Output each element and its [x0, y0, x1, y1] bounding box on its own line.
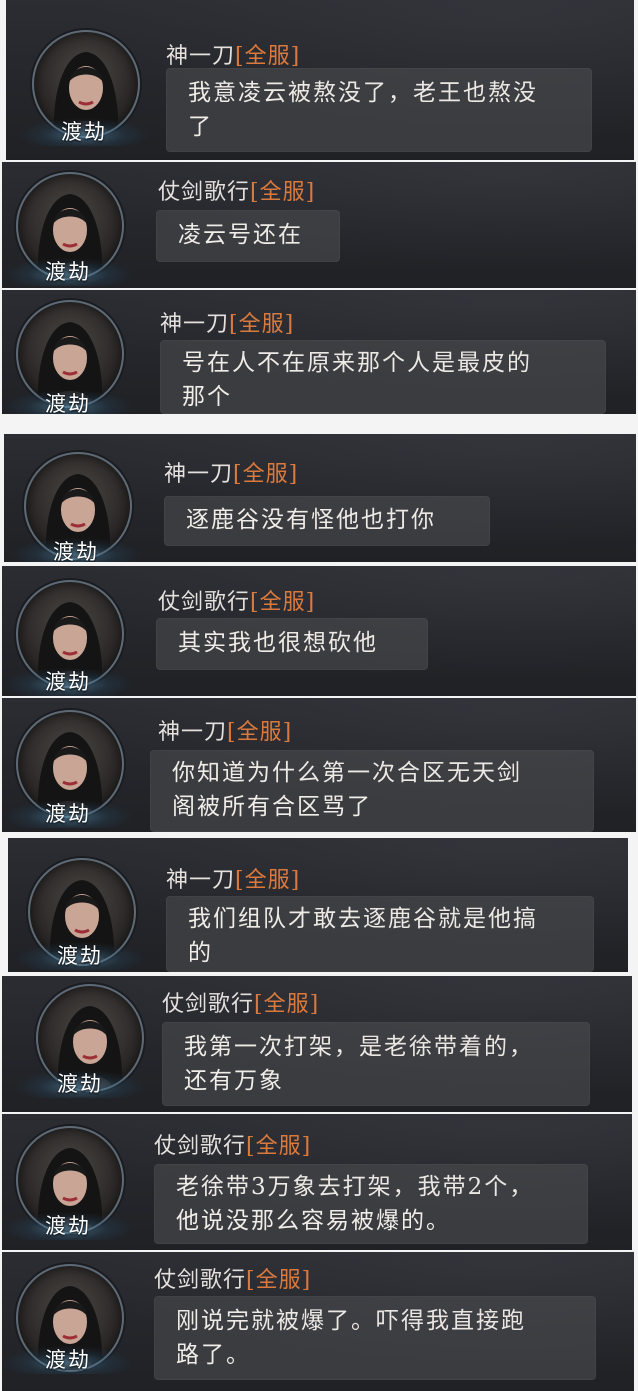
message-bubble[interactable]: 凌云号还在 [156, 210, 340, 262]
sender-line: 仗剑歌行[全服] [162, 986, 319, 1018]
chat-message: 渡劫 仗剑歌行[全服] 刚说完就被爆了。吓得我直接跑 路了。 [2, 1252, 634, 1391]
avatar-rank-badge: 渡劫 [12, 532, 140, 562]
message-bubble[interactable]: 我们组队才敢去逐鹿谷就是他搞 的 [166, 896, 594, 972]
message-bubble[interactable]: 其实我也很想砍他 [156, 618, 428, 670]
sender-name[interactable]: 神一刀 [164, 462, 233, 487]
chat-message: 渡劫 仗剑歌行[全服] 凌云号还在 [2, 162, 636, 288]
chat-message: 渡劫 神一刀[全服] 我们组队才敢去逐鹿谷就是他搞 的 [8, 838, 628, 972]
avatar-rank-label: 渡劫 [45, 670, 91, 694]
chat-message: 渡劫 神一刀[全服] 逐鹿谷没有怪他也打你 [4, 434, 636, 562]
sender-line: 仗剑歌行[全服] [154, 1128, 311, 1160]
message-line: 我意凌云被熬没了，老王也熬没 [188, 80, 538, 106]
sender-line: 神一刀[全服] [158, 714, 292, 746]
chat-message: 渡劫 神一刀[全服] 我意凌云被熬没了，老王也熬没 了 [6, 0, 634, 160]
sender-line: 神一刀[全服] [160, 306, 294, 338]
message-line: 了 [188, 114, 213, 140]
message-bubble[interactable]: 我第一次打架，是老徐带着的， 还有万象 [162, 1022, 590, 1106]
server-tag: [全服] [254, 992, 320, 1017]
message-line: 刚说完就被爆了。吓得我直接跑 [176, 1308, 526, 1334]
message-line: 号在人不在原来那个人是最皮的 [182, 350, 532, 376]
chat-message: 渡劫 神一刀[全服] 号在人不在原来那个人是最皮的 那个 [2, 290, 636, 414]
message-line: 逐鹿谷没有怪他也打你 [186, 507, 436, 533]
sender-line: 仗剑歌行[全服] [154, 1262, 311, 1294]
server-tag: [全服] [246, 1134, 312, 1159]
message-line: 老徐带3万象去打架，我带2个， [176, 1174, 535, 1200]
chat-message: 渡劫 仗剑歌行[全服] 其实我也很想砍他 [2, 566, 636, 696]
sender-line: 神一刀[全服] [166, 38, 300, 70]
message-bubble[interactable]: 老徐带3万象去打架，我带2个， 他说没那么容易被爆的。 [154, 1164, 588, 1244]
server-tag: [全服] [229, 312, 295, 337]
message-line: 路了。 [176, 1342, 251, 1368]
message-bubble[interactable]: 号在人不在原来那个人是最皮的 那个 [160, 340, 606, 414]
sender-line: 仗剑歌行[全服] [158, 174, 315, 206]
sender-name[interactable]: 仗剑歌行 [154, 1134, 246, 1159]
message-line: 其实我也很想砍他 [178, 630, 378, 656]
message-line: 那个 [182, 384, 232, 410]
server-tag: [全服] [235, 44, 301, 69]
avatar-rank-badge: 渡劫 [16, 1064, 144, 1098]
sender-line: 神一刀[全服] [166, 862, 300, 894]
avatar-rank-label: 渡劫 [45, 802, 91, 826]
sender-name[interactable]: 神一刀 [166, 44, 235, 69]
avatar-rank-badge: 渡劫 [16, 936, 144, 970]
server-tag: [全服] [227, 720, 293, 745]
message-line: 他说没那么容易被爆的。 [176, 1208, 451, 1234]
message-line: 我第一次打架，是老徐带着的， [184, 1034, 534, 1060]
sender-name[interactable]: 仗剑歌行 [158, 180, 250, 205]
avatar-rank-label: 渡劫 [53, 540, 99, 562]
avatar-rank-label: 渡劫 [45, 392, 91, 414]
message-line: 凌云号还在 [178, 222, 303, 248]
message-line: 的 [188, 940, 213, 966]
chat-message: 渡劫 神一刀[全服] 你知道为什么第一次合区无天剑 阁被所有合区骂了 [2, 698, 636, 832]
server-tag: [全服] [250, 590, 316, 615]
server-tag: [全服] [233, 462, 299, 487]
sender-name[interactable]: 仗剑歌行 [154, 1268, 246, 1293]
avatar-rank-badge: 渡劫 [4, 1340, 132, 1374]
sender-name[interactable]: 仗剑歌行 [162, 992, 254, 1017]
avatar-rank-badge: 渡劫 [20, 112, 148, 146]
avatar-rank-badge: 渡劫 [4, 1206, 132, 1240]
avatar-rank-badge: 渡劫 [4, 252, 132, 286]
avatar-rank-badge: 渡劫 [4, 662, 132, 696]
sender-line: 神一刀[全服] [164, 456, 298, 488]
sender-line: 仗剑歌行[全服] [158, 584, 315, 616]
chat-message: 渡劫 仗剑歌行[全服] 老徐带3万象去打架，我带2个， 他说没那么容易被爆的。 [2, 1114, 632, 1250]
sender-name[interactable]: 神一刀 [158, 720, 227, 745]
message-bubble[interactable]: 我意凌云被熬没了，老王也熬没 了 [166, 68, 592, 152]
avatar-rank-label: 渡劫 [61, 120, 107, 144]
avatar-rank-label: 渡劫 [45, 260, 91, 284]
message-line: 你知道为什么第一次合区无天剑 [172, 760, 522, 786]
message-line: 我们组队才敢去逐鹿谷就是他搞 [188, 906, 538, 932]
message-bubble[interactable]: 逐鹿谷没有怪他也打你 [164, 496, 490, 546]
message-line: 还有万象 [184, 1068, 284, 1094]
server-tag: [全服] [235, 868, 301, 893]
sender-name[interactable]: 神一刀 [166, 868, 235, 893]
avatar-rank-label: 渡劫 [57, 1072, 103, 1096]
message-line: 阁被所有合区骂了 [172, 794, 372, 820]
chat-message: 渡劫 仗剑歌行[全服] 我第一次打架，是老徐带着的， 还有万象 [2, 976, 632, 1112]
avatar-rank-badge: 渡劫 [4, 794, 132, 828]
avatar-rank-label: 渡劫 [57, 944, 103, 968]
server-tag: [全服] [246, 1268, 312, 1293]
avatar-rank-label: 渡劫 [45, 1348, 91, 1372]
avatar-rank-label: 渡劫 [45, 1214, 91, 1238]
message-bubble[interactable]: 你知道为什么第一次合区无天剑 阁被所有合区骂了 [150, 750, 594, 832]
avatar-rank-badge: 渡劫 [4, 384, 132, 414]
sender-name[interactable]: 神一刀 [160, 312, 229, 337]
server-tag: [全服] [250, 180, 316, 205]
sender-name[interactable]: 仗剑歌行 [158, 590, 250, 615]
message-bubble[interactable]: 刚说完就被爆了。吓得我直接跑 路了。 [154, 1296, 596, 1380]
